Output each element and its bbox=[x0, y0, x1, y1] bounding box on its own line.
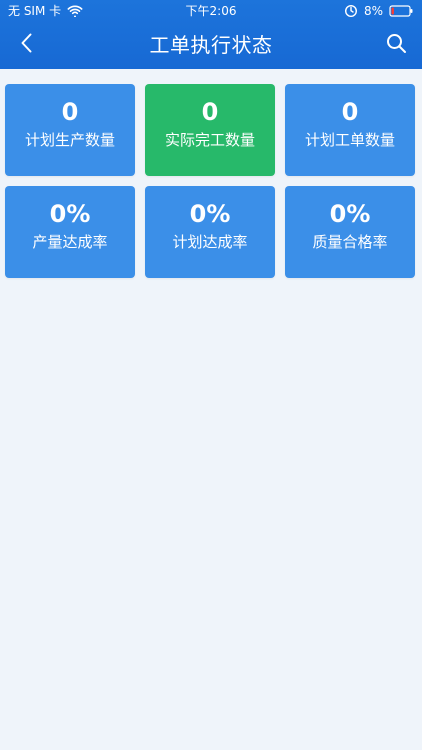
app-header: 无 SIM 卡 下午2:06 8% 工单执行状态 bbox=[0, 0, 422, 69]
metric-card-quality-pass-rate: 0% 质量合格率 bbox=[285, 186, 415, 278]
battery-icon bbox=[389, 5, 414, 17]
metric-label: 计划工单数量 bbox=[304, 131, 395, 149]
orientation-lock-icon bbox=[344, 4, 358, 18]
metric-card-plan-achievement-rate: 0% 计划达成率 bbox=[145, 186, 275, 278]
metric-label: 质量合格率 bbox=[312, 233, 388, 251]
search-button[interactable] bbox=[382, 31, 410, 59]
metric-label: 计划达成率 bbox=[172, 233, 248, 251]
search-icon bbox=[385, 32, 407, 58]
metric-value: 0% bbox=[189, 200, 231, 228]
metric-value: 0% bbox=[49, 200, 91, 228]
metric-label: 产量达成率 bbox=[32, 233, 108, 251]
page-title: 工单执行状态 bbox=[149, 33, 273, 57]
metric-value: 0 bbox=[61, 98, 79, 126]
metric-value: 0 bbox=[341, 98, 359, 126]
metric-label: 计划生产数量 bbox=[24, 131, 115, 149]
metric-value: 0 bbox=[201, 98, 219, 126]
metric-card-output-achievement-rate: 0% 产量达成率 bbox=[5, 186, 135, 278]
metric-card-planned-orders: 0 计划工单数量 bbox=[285, 84, 415, 176]
metrics-grid: 0 计划生产数量 0 实际完工数量 0 计划工单数量 0% 产量达成率 0% 计… bbox=[5, 84, 417, 278]
metric-card-actual-completed: 0 实际完工数量 bbox=[145, 84, 275, 176]
main-content: 0 计划生产数量 0 实际完工数量 0 计划工单数量 0% 产量达成率 0% 计… bbox=[0, 69, 422, 750]
status-bar: 无 SIM 卡 下午2:06 8% bbox=[0, 0, 422, 22]
metric-label: 实际完工数量 bbox=[164, 131, 255, 149]
status-right: 8% bbox=[344, 0, 414, 22]
battery-percent: 8% bbox=[363, 4, 383, 18]
metric-card-planned-production: 0 计划生产数量 bbox=[5, 84, 135, 176]
navigation-bar: 工单执行状态 bbox=[0, 22, 422, 69]
metric-value: 0% bbox=[329, 200, 371, 228]
